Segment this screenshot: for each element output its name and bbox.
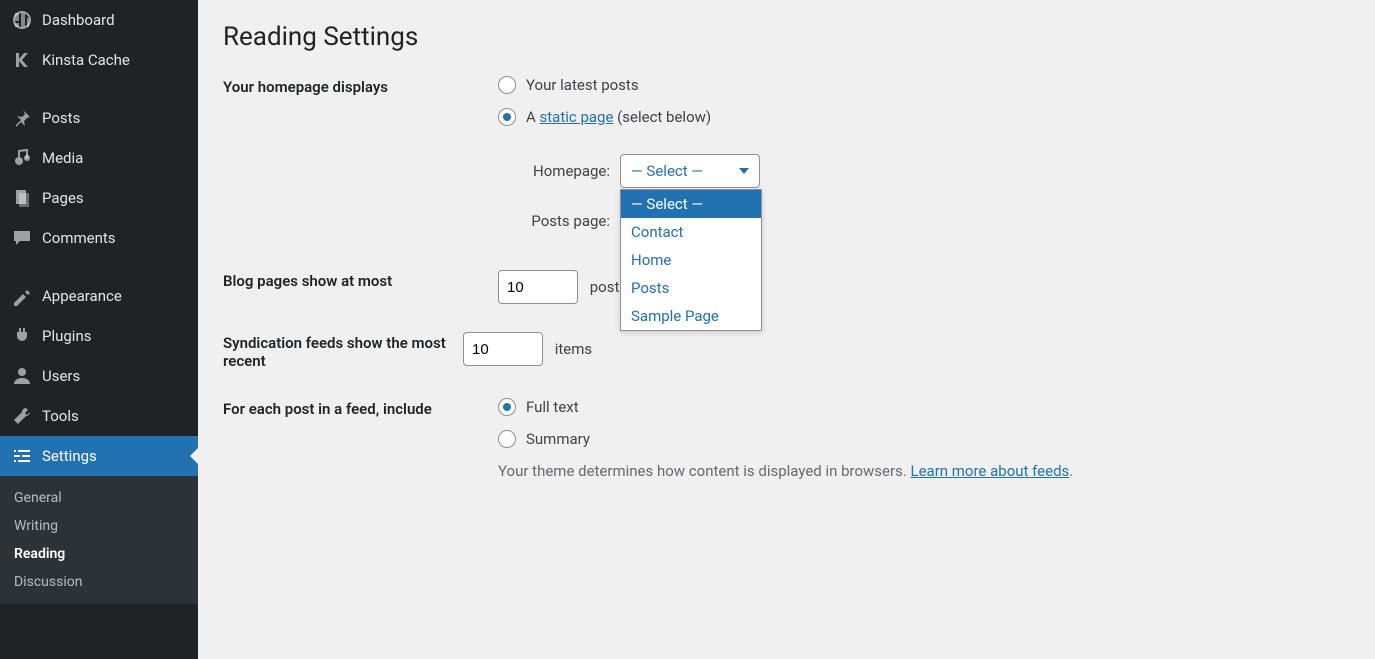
radio-full-text[interactable]: Full text — [498, 398, 1350, 416]
sidebar-item-label: Posts — [42, 109, 80, 127]
label-homepage-displays: Your homepage displays — [223, 76, 498, 96]
radio-label: Full text — [526, 398, 579, 416]
sidebar-item-label: Plugins — [42, 327, 91, 345]
sidebar-item-label: Comments — [42, 229, 116, 247]
dropdown-option[interactable]: Posts — [621, 274, 761, 302]
comments-icon — [12, 228, 32, 248]
dropdown-option[interactable]: Sample Page — [621, 302, 761, 330]
radio-label: A static page (select below) — [526, 108, 711, 126]
pin-icon — [12, 108, 32, 128]
kinsta-icon — [12, 50, 32, 70]
sidebar-item-posts[interactable]: Posts — [0, 98, 198, 138]
homepage-select-row: Homepage: — Select — — Select — Contact … — [520, 154, 1350, 188]
radio-summary[interactable]: Summary — [498, 430, 1350, 448]
static-page-link[interactable]: static page — [540, 108, 614, 126]
dropdown-option[interactable]: Contact — [621, 218, 761, 246]
submenu-item-discussion[interactable]: Discussion — [0, 568, 198, 596]
radio-icon — [498, 398, 516, 416]
sidebar-item-pages[interactable]: Pages — [0, 178, 198, 218]
tools-icon — [12, 406, 32, 426]
label-syndication: Syndication feeds show the most recent — [223, 332, 463, 370]
dropdown-option[interactable]: — Select — — [621, 190, 761, 218]
plugins-icon — [12, 326, 32, 346]
settings-icon — [12, 446, 32, 466]
sidebar-item-label: Dashboard — [42, 11, 115, 29]
sidebar-item-label: Tools — [42, 407, 79, 425]
row-homepage-displays: Your homepage displays Your latest posts… — [223, 76, 1350, 230]
homepage-dropdown: — Select — Contact Home Posts Sample Pag… — [620, 189, 762, 331]
radio-icon — [498, 76, 516, 94]
submenu-item-reading[interactable]: Reading — [0, 540, 198, 568]
sidebar-item-settings[interactable]: Settings — [0, 436, 198, 476]
chevron-down-icon — [739, 168, 749, 174]
radio-label: Summary — [526, 430, 590, 448]
sidebar-item-label: Media — [42, 149, 83, 167]
users-icon — [12, 366, 32, 386]
sidebar-item-label: Settings — [42, 447, 97, 465]
homepage-select-label: Homepage: — [520, 162, 610, 180]
sidebar-item-media[interactable]: Media — [0, 138, 198, 178]
postspage-select-label: Posts page: — [520, 212, 610, 230]
feed-helper: Your theme determines how content is dis… — [498, 462, 1350, 480]
sidebar-item-dashboard[interactable]: Dashboard — [0, 0, 198, 40]
media-icon — [12, 148, 32, 168]
syndication-input[interactable] — [463, 332, 543, 366]
pages-icon — [12, 188, 32, 208]
sidebar-item-appearance[interactable]: Appearance — [0, 276, 198, 316]
page-title: Reading Settings — [223, 22, 1350, 52]
radio-icon — [498, 430, 516, 448]
main-content: Reading Settings Your homepage displays … — [198, 0, 1375, 659]
radio-static-page[interactable]: A static page (select below) — [498, 108, 1350, 126]
label-blog-pages: Blog pages show at most — [223, 270, 498, 290]
submenu-item-general[interactable]: General — [0, 484, 198, 512]
dropdown-option[interactable]: Home — [621, 246, 761, 274]
sidebar-item-label: Kinsta Cache — [42, 51, 130, 69]
sidebar-item-users[interactable]: Users — [0, 356, 198, 396]
appearance-icon — [12, 286, 32, 306]
homepage-select[interactable]: — Select — — Select — Contact Home Posts… — [620, 154, 760, 188]
sidebar-item-tools[interactable]: Tools — [0, 396, 198, 436]
row-syndication: Syndication feeds show the most recent i… — [223, 332, 1350, 370]
syndication-unit: items — [555, 340, 592, 358]
sidebar-item-comments[interactable]: Comments — [0, 218, 198, 258]
sidebar-item-label: Users — [42, 367, 80, 385]
label-feed-include: For each post in a feed, include — [223, 398, 498, 418]
sidebar-item-label: Pages — [42, 189, 84, 207]
sidebar-item-plugins[interactable]: Plugins — [0, 316, 198, 356]
radio-icon — [498, 108, 516, 126]
select-value: — Select — — [631, 162, 703, 180]
settings-submenu: General Writing Reading Discussion — [0, 476, 198, 604]
learn-more-feeds-link[interactable]: Learn more about feeds — [911, 462, 1070, 480]
dashboard-icon — [12, 10, 32, 30]
radio-label: Your latest posts — [526, 76, 639, 94]
row-blog-pages: Blog pages show at most posts — [223, 270, 1350, 304]
radio-latest-posts[interactable]: Your latest posts — [498, 76, 1350, 94]
submenu-item-writing[interactable]: Writing — [0, 512, 198, 540]
sidebar-item-kinsta-cache[interactable]: Kinsta Cache — [0, 40, 198, 80]
sidebar-item-label: Appearance — [42, 287, 122, 305]
admin-sidebar: Dashboard Kinsta Cache Posts Media Pages… — [0, 0, 198, 659]
row-feed-include: For each post in a feed, include Full te… — [223, 398, 1350, 480]
blog-pages-input[interactable] — [498, 270, 578, 304]
